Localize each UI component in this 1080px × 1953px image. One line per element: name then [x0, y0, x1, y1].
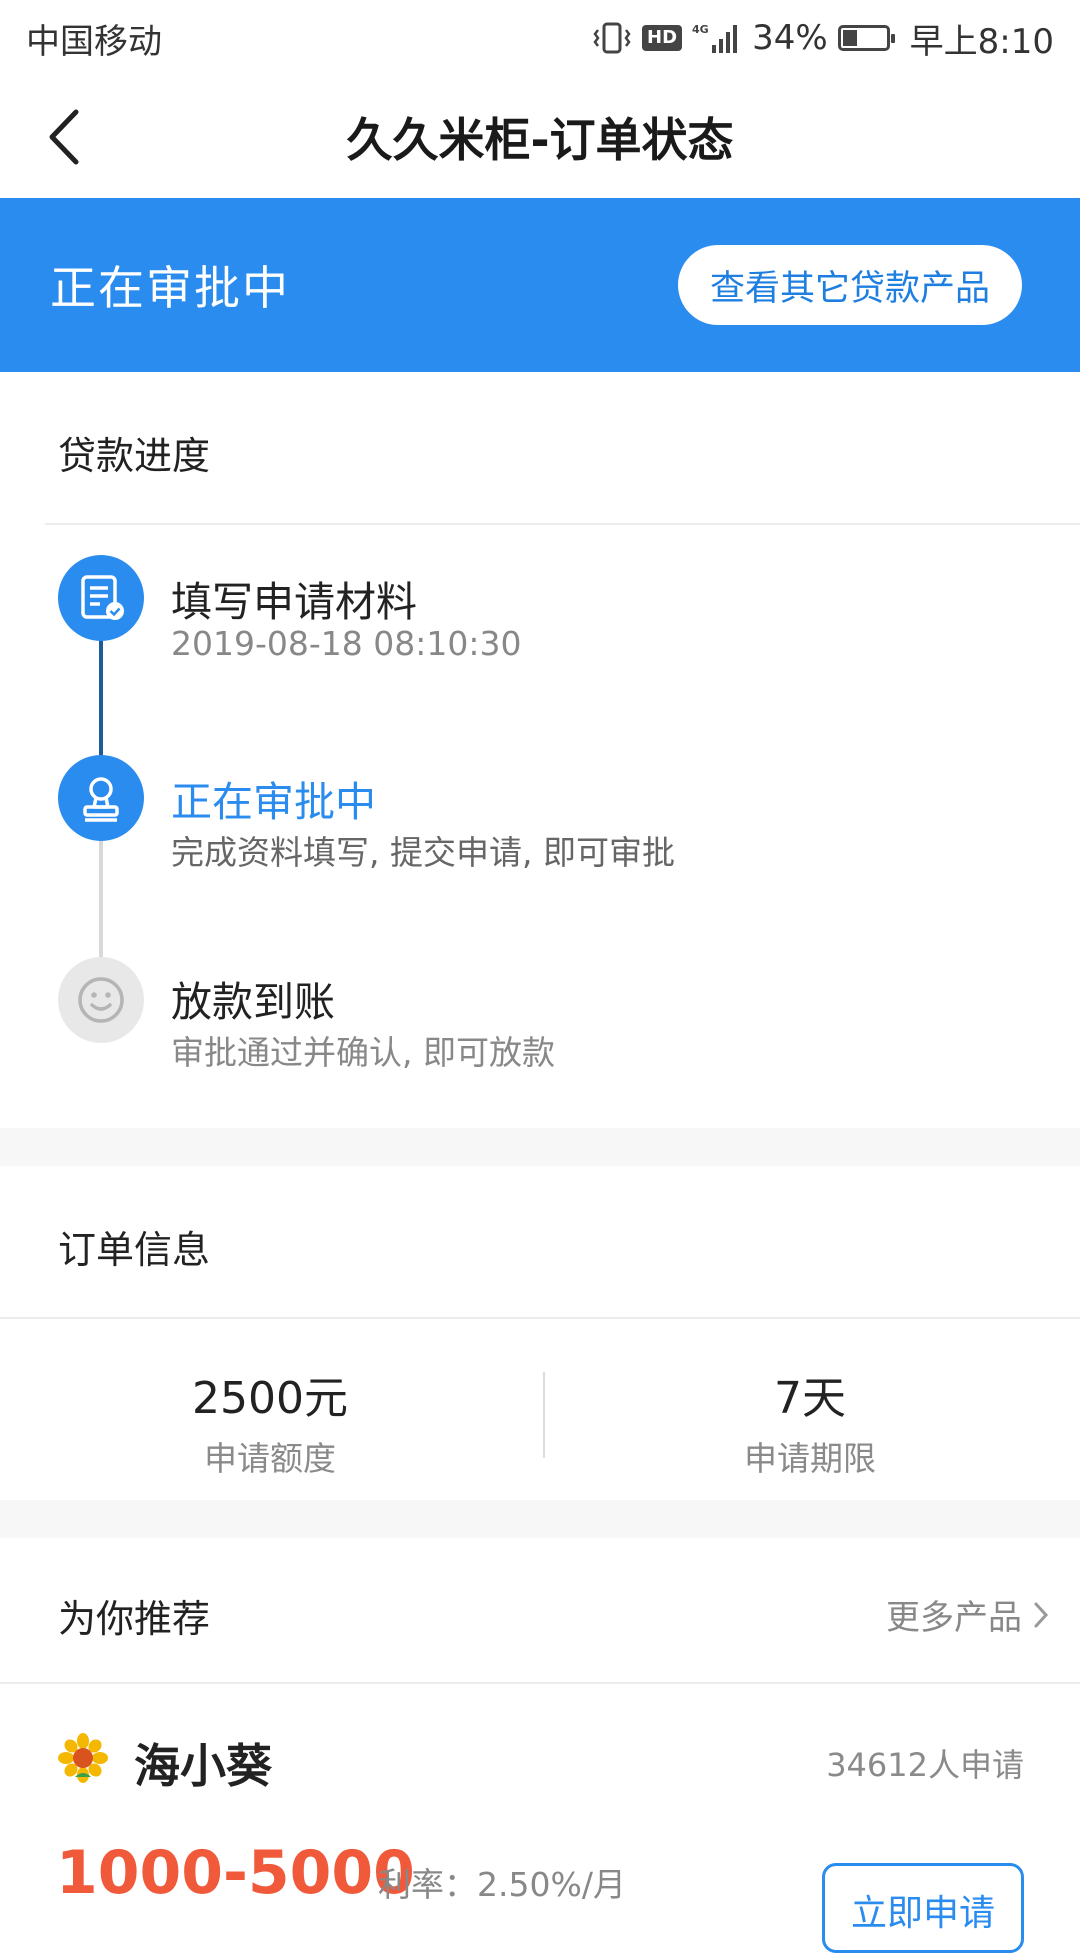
product-name: 海小葵	[134, 1739, 272, 1793]
document-check-icon	[58, 555, 144, 641]
step-3-subtitle: 审批通过并确认, 即可放款	[171, 1033, 555, 1072]
step-3-title: 放款到账	[171, 978, 335, 1026]
divider	[0, 1682, 1080, 1684]
clock: 早上8:10	[909, 21, 1054, 62]
step-2-subtitle: 完成资料填写, 提交申请, 即可审批	[171, 833, 675, 872]
page-title: 久久米柜-订单状态	[346, 113, 734, 167]
more-products-link[interactable]: 更多产品	[886, 1590, 1050, 1639]
hd-icon: HD	[642, 25, 683, 51]
step-1-time: 2019-08-18 08:10:30	[171, 624, 522, 663]
order-amount-value: 2500元	[192, 1373, 348, 1424]
battery-icon	[837, 25, 895, 51]
order-section-title: 订单信息	[58, 1228, 211, 1272]
approval-stamp-icon	[58, 755, 144, 841]
battery-percent: 34%	[752, 18, 828, 58]
step-2-title: 正在审批中	[171, 778, 376, 826]
status-bar: 中国移动 HD 4G 34% 早上8:10	[0, 0, 1080, 76]
product-applicants: 34612人申请	[826, 1746, 1024, 1784]
carrier-name: 中国移动	[26, 21, 162, 62]
back-button[interactable]	[40, 98, 100, 176]
other-products-button[interactable]: 查看其它贷款产品	[677, 245, 1022, 325]
product-rate: 利率：2.50%/月	[378, 1865, 626, 1904]
divider	[0, 1317, 1080, 1319]
chevron-right-icon	[1034, 1602, 1049, 1627]
sunflower-logo-icon	[58, 1733, 108, 1787]
nav-bar: 久久米柜-订单状态	[0, 76, 1080, 198]
smile-icon	[58, 957, 144, 1043]
order-term: 7天 申请期限	[540, 1362, 1080, 1480]
section-gap	[0, 1128, 1080, 1166]
order-amount: 2500元 申请额度	[0, 1362, 540, 1480]
back-arrow-icon	[49, 109, 79, 165]
recommend-section-title: 为你推荐	[58, 1597, 211, 1641]
signal-icon: 4G	[692, 21, 742, 55]
divider	[45, 523, 1080, 525]
vibrate-icon	[592, 21, 632, 55]
banner-status: 正在审批中	[50, 261, 290, 315]
more-products-label: 更多产品	[886, 1598, 1022, 1638]
svg-text:4G: 4G	[692, 23, 709, 36]
status-icons: HD 4G 34% 早上8:10	[592, 14, 1054, 63]
order-amount-label: 申请额度	[204, 1439, 336, 1478]
order-term-value: 7天	[774, 1373, 846, 1424]
apply-now-button[interactable]: 立即申请	[822, 1863, 1024, 1953]
progress-section-title: 贷款进度	[58, 434, 211, 478]
section-gap	[0, 1500, 1080, 1538]
order-term-label: 申请期限	[744, 1439, 876, 1478]
status-banner: 正在审批中 查看其它贷款产品	[0, 198, 1080, 372]
step-1-title: 填写申请材料	[171, 578, 417, 626]
product-amount-range: 1000-5000	[56, 1838, 415, 1908]
